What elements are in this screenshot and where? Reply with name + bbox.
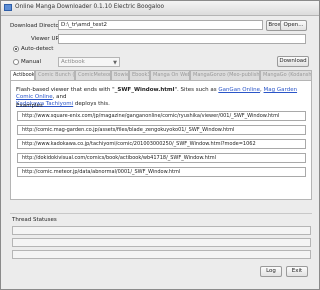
- examples-label: Examples: [16, 103, 43, 109]
- viewer-url-field[interactable]: [58, 34, 306, 44]
- example-url[interactable]: http://www.kadokawa.co.jp/tachiyomi/comi…: [17, 139, 306, 149]
- desc-text: deploys this.: [73, 101, 110, 107]
- manual-label: Manual: [21, 59, 41, 65]
- open-button[interactable]: Open...: [280, 20, 307, 31]
- actibook-description: Flash-based viewer that ends with "_SWF_…: [16, 87, 308, 108]
- window-title: Online Manga Downloader 0.1.10 Electric …: [15, 4, 165, 10]
- tab-bowie[interactable]: Bowie: [111, 70, 129, 80]
- app-icon: [4, 4, 12, 11]
- download-directory-field[interactable]: D:\_tr\amd_test2: [58, 20, 263, 30]
- manual-select[interactable]: Actibook ▼: [58, 57, 120, 67]
- download-directory-label: Download Directory: [10, 23, 65, 29]
- title-bar: Online Manga Downloader 0.1.10 Electric …: [1, 1, 319, 16]
- tab-mangago[interactable]: MangaGo (Kodansha): [260, 70, 312, 80]
- tab-mangagonzo[interactable]: MangaGonzo (Meo-publishing): [190, 70, 260, 80]
- thread-status-bar: [12, 226, 311, 235]
- manual-radio[interactable]: [13, 59, 19, 65]
- tab-manga-on-web[interactable]: Manga On Web: [150, 70, 190, 80]
- auto-detect-radio[interactable]: [13, 46, 19, 52]
- example-url[interactable]: http://comic.meteor.jp/data/abnormal/000…: [17, 167, 306, 177]
- download-button[interactable]: Download: [277, 56, 309, 67]
- divider: [10, 213, 312, 214]
- log-button[interactable]: Log: [260, 266, 282, 277]
- desc-text: , and: [52, 94, 67, 100]
- tab-bar: Actibook Comic Bunch (NCB) ComicMeteor B…: [10, 70, 312, 81]
- desc-text: Flash-based viewer that ends with ": [16, 87, 115, 93]
- tab-ebook3[interactable]: Ebook3: [129, 70, 150, 80]
- thread-status-bar: [12, 250, 311, 259]
- app-window: Online Manga Downloader 0.1.10 Electric …: [0, 0, 320, 290]
- manual-select-value: Actibook: [61, 59, 85, 65]
- thread-statuses-label: Thread Statuses: [12, 217, 57, 223]
- tab-comic-bunch[interactable]: Comic Bunch (NCB): [35, 70, 75, 80]
- desc-text: ". Sites such as: [174, 87, 219, 93]
- example-url[interactable]: http://www.square-enix.com/jp/magazine/g…: [17, 111, 306, 121]
- desc-bold-text: _SWF_Window.html: [114, 87, 175, 93]
- actibook-panel: Flash-based viewer that ends with "_SWF_…: [10, 80, 312, 200]
- example-url[interactable]: http://dokidokivisual.com/comics/book/ac…: [17, 153, 306, 163]
- thread-status-bar: [12, 238, 311, 247]
- auto-detect-label: Auto-detect: [21, 46, 54, 52]
- example-url[interactable]: http://comic.mag-garden.co.jp/assets/fil…: [17, 125, 306, 135]
- tab-comicmeteor[interactable]: ComicMeteor: [75, 70, 111, 80]
- gangan-online-link[interactable]: GanGan Online: [218, 87, 260, 93]
- chevron-down-icon: ▼: [113, 60, 117, 66]
- exit-button[interactable]: Exit: [286, 266, 308, 277]
